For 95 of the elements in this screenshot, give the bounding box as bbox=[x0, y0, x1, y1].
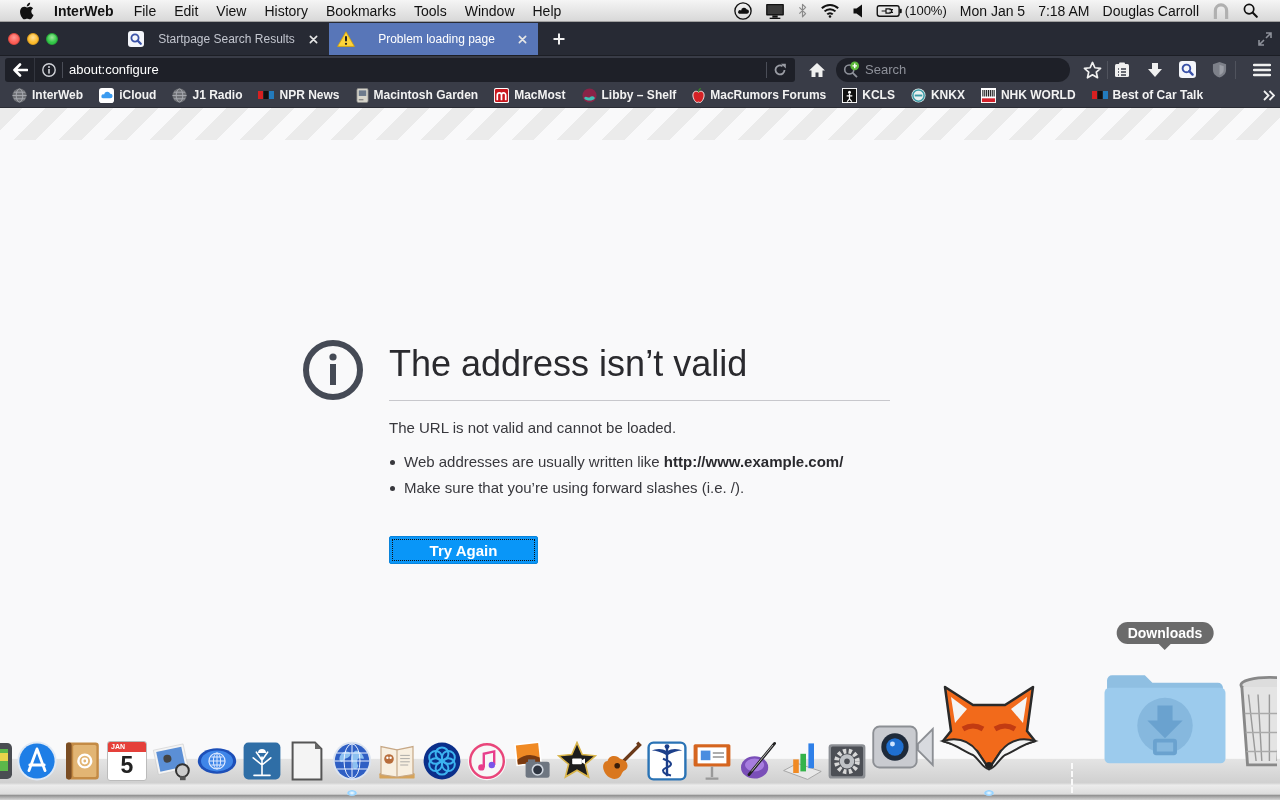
bookmark-item[interactable]: MacRumors Forums bbox=[692, 87, 827, 103]
search-icon[interactable] bbox=[1243, 3, 1258, 18]
double-chevron-icon[interactable] bbox=[1263, 89, 1275, 101]
menu-item[interactable]: Window bbox=[455, 2, 524, 19]
battery-icon[interactable] bbox=[875, 3, 903, 18]
tooltip: Downloads bbox=[1116, 622, 1214, 650]
bullet-text: Make sure that you’re using forward slashes (i.e. /). bbox=[404, 478, 745, 498]
video-camera-icon[interactable] bbox=[872, 725, 934, 769]
warning-icon bbox=[337, 31, 355, 47]
display-icon[interactable] bbox=[764, 2, 785, 19]
bookmark-item[interactable]: InterWeb bbox=[12, 87, 84, 103]
shield-icon[interactable] bbox=[1212, 61, 1227, 78]
globe-icon[interactable] bbox=[332, 741, 372, 781]
three-blocks-icon bbox=[1091, 91, 1108, 99]
swirl-icon[interactable] bbox=[422, 741, 462, 781]
user-name[interactable]: Douglas Carroll bbox=[1102, 2, 1199, 19]
close-button[interactable] bbox=[8, 32, 20, 45]
cloud-icon bbox=[99, 87, 115, 103]
bar-chart-icon[interactable] bbox=[782, 741, 822, 781]
presentation-icon[interactable] bbox=[692, 741, 732, 781]
back-arrow-icon bbox=[11, 62, 28, 77]
bookmark-item[interactable]: Best of Car Talk bbox=[1091, 88, 1204, 102]
minimize-button[interactable] bbox=[27, 32, 39, 45]
bluetooth-icon[interactable] bbox=[797, 2, 807, 19]
wifi-icon[interactable] bbox=[819, 3, 840, 18]
menu-icon[interactable] bbox=[1253, 62, 1271, 77]
menu-item[interactable]: Help bbox=[523, 2, 571, 19]
menu-item[interactable]: File bbox=[124, 2, 166, 19]
error-title: The address isn’t valid bbox=[389, 342, 748, 385]
download-icon[interactable] bbox=[1147, 61, 1163, 78]
bookmark-item[interactable]: Macintosh Garden bbox=[355, 87, 479, 103]
menu-item[interactable]: History bbox=[255, 2, 317, 19]
date-text: Mon Jan 5 bbox=[959, 2, 1026, 19]
url-field[interactable]: about:configure bbox=[35, 57, 795, 82]
bookmark-item[interactable]: J1 Radio bbox=[172, 87, 243, 103]
tab[interactable]: Startpage Search Results bbox=[120, 23, 329, 55]
caduceus-icon[interactable] bbox=[647, 741, 687, 781]
computer-icon bbox=[355, 87, 369, 103]
apple-icon bbox=[692, 87, 706, 103]
star-icon[interactable] bbox=[1083, 60, 1102, 79]
bookmark-item[interactable]: iCloud bbox=[99, 87, 157, 103]
striped-tile-icon bbox=[980, 87, 996, 103]
menu-item[interactable]: Tools bbox=[405, 2, 456, 19]
reload-icon[interactable] bbox=[773, 62, 787, 77]
menu-item[interactable]: Edit bbox=[165, 2, 208, 19]
expand-icon[interactable] bbox=[1258, 31, 1272, 46]
info-circle-icon bbox=[303, 340, 363, 400]
close-icon[interactable] bbox=[309, 34, 318, 44]
globe-icon bbox=[172, 87, 188, 103]
letter-a-icon[interactable] bbox=[17, 741, 57, 781]
photo-camera-icon[interactable] bbox=[512, 741, 552, 781]
apple-icon[interactable] bbox=[19, 1, 34, 20]
battery-percentage: (100%) bbox=[904, 3, 947, 18]
menu-item[interactable]: Bookmarks bbox=[317, 2, 405, 19]
speaker-icon[interactable] bbox=[852, 3, 863, 18]
bullet-icon bbox=[390, 485, 395, 491]
time-text: 7:18 AM bbox=[1038, 2, 1090, 19]
fox-head-icon[interactable] bbox=[939, 685, 1039, 771]
zoom-button[interactable] bbox=[46, 32, 58, 45]
star-icon[interactable] bbox=[557, 741, 597, 781]
bookmark-item[interactable]: KNKX bbox=[910, 87, 965, 103]
search-field[interactable]: Search bbox=[836, 57, 1070, 82]
home-icon[interactable] bbox=[808, 61, 826, 78]
url-input[interactable]: about:configure bbox=[69, 62, 760, 77]
menu-item[interactable]: View bbox=[207, 2, 256, 19]
bookmark-item[interactable]: KCLS bbox=[842, 87, 895, 103]
tab[interactable]: Problem loading page bbox=[329, 23, 538, 55]
error-description: The URL is not valid and cannot be loaded. bbox=[389, 418, 677, 438]
three-blocks-icon bbox=[258, 91, 275, 99]
back-button[interactable] bbox=[5, 57, 35, 82]
magnifier-plus-icon bbox=[842, 61, 862, 78]
wave-circle-icon bbox=[581, 87, 597, 103]
magnifier-tile-icon bbox=[128, 31, 144, 47]
figure-tile-icon bbox=[842, 87, 858, 103]
bookmark-item[interactable]: NPR News bbox=[258, 88, 340, 102]
arches-tile-icon bbox=[494, 87, 510, 103]
bullet-text: Web addresses are usually written like http://www.example.com/ bbox=[404, 452, 844, 472]
ring-icon bbox=[910, 87, 926, 103]
gear-icon[interactable] bbox=[827, 741, 867, 781]
bookmark-item[interactable]: NHK WORLD bbox=[980, 87, 1076, 103]
info-icon[interactable] bbox=[42, 62, 56, 77]
guitar-icon[interactable] bbox=[602, 741, 642, 781]
photos-magnifier-icon[interactable] bbox=[152, 741, 192, 781]
cloud-icon[interactable] bbox=[733, 1, 752, 20]
plus-icon[interactable] bbox=[553, 32, 565, 45]
bullet-icon bbox=[390, 459, 395, 465]
list-icon[interactable] bbox=[1114, 61, 1130, 78]
bookmark-item[interactable]: Libby – Shelf bbox=[581, 87, 677, 103]
magnifier-tile-icon[interactable] bbox=[1179, 61, 1196, 78]
app-menu[interactable]: InterWeb bbox=[54, 2, 114, 19]
search-input[interactable]: Search bbox=[865, 62, 1070, 77]
globe-icon bbox=[12, 87, 27, 103]
music-note-icon[interactable] bbox=[467, 741, 507, 781]
bookmark-item[interactable]: MacMost bbox=[494, 87, 566, 103]
photo-tile-icon[interactable] bbox=[0, 741, 12, 781]
